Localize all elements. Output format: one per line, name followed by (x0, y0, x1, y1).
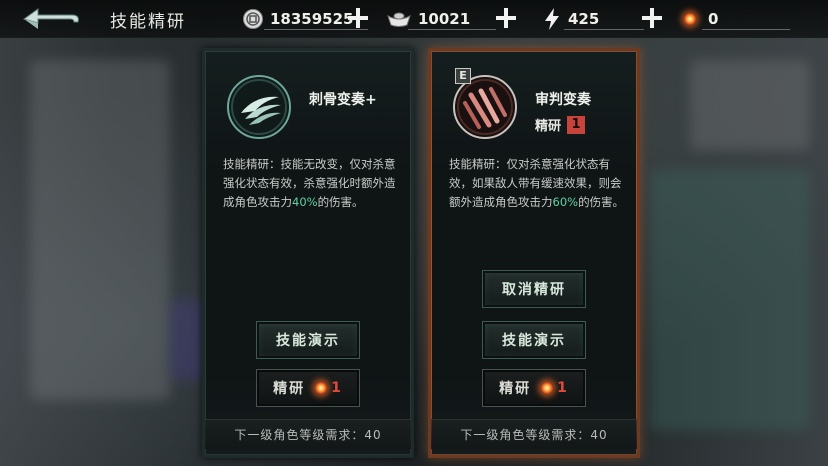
description-highlight: 60% (552, 195, 579, 209)
level-requirement: 下一级角色等级需求：40 (205, 419, 411, 449)
back-button[interactable] (20, 6, 82, 32)
ember-counter: 0 (680, 6, 790, 32)
button-label: 技能演示 (502, 333, 566, 349)
coin-value: 18359525 (270, 10, 354, 28)
rank-badge: 1 (567, 115, 586, 134)
button-label: 取消精研 (502, 282, 566, 298)
ingot-icon (387, 12, 411, 27)
cancel-refine-button[interactable]: 取消精研 (482, 270, 586, 308)
skill-description: 技能精研：技能无改变，仅对杀意强化状态有效，杀意强化时额外造成角色攻击力40%的… (223, 155, 401, 212)
description-text: 的伤害。 (578, 195, 625, 209)
refine-button[interactable]: 精研 1 (482, 369, 586, 407)
add-coin-button[interactable] (346, 6, 370, 30)
skill-demo-button[interactable]: 技能演示 (256, 321, 360, 359)
equipped-badge: E (455, 68, 471, 84)
blurred-background (0, 0, 828, 466)
ember-value: 0 (708, 10, 719, 28)
background-shape (650, 170, 810, 430)
background-shape (690, 60, 810, 150)
description-text: 的伤害。 (317, 195, 364, 209)
ember-orb-icon (541, 382, 554, 394)
rank-label: 精研 (535, 119, 562, 134)
skill-demo-button[interactable]: 技能演示 (482, 321, 586, 359)
skill-card-left[interactable]: 刺骨变奏+ 技能精研：技能无改变，仅对杀意强化状态有效，杀意强化时额外造成角色攻… (202, 48, 414, 458)
level-requirement: 下一级角色等级需求：40 (431, 419, 637, 449)
refine-button[interactable]: 精研 1 (256, 369, 360, 407)
stamina-value: 425 (568, 10, 600, 28)
coin-icon (243, 9, 263, 29)
refine-rank: 精研 1 (535, 115, 586, 134)
page-title: 技能精研 (110, 12, 186, 32)
skill-name: 刺骨变奏+ (309, 92, 377, 108)
description-highlight: 40% (292, 195, 318, 209)
add-ingot-button[interactable] (494, 6, 518, 30)
underline (564, 29, 644, 30)
add-stamina-button[interactable] (640, 6, 664, 30)
button-label: 精研 (499, 381, 532, 397)
skill-name: 审判变奏 (535, 92, 591, 108)
ember-orb-icon (684, 13, 696, 25)
underline (408, 29, 496, 30)
refine-cost: 1 (557, 380, 569, 396)
button-label: 精研 (273, 381, 306, 397)
skill-description: 技能精研：仅对杀意强化状态有效，如果敌人带有缓速效果，则会额外造成角色攻击力60… (449, 155, 627, 212)
button-label: 技能演示 (276, 333, 340, 349)
top-bar: 技能精研 18359525 10021 425 0 (0, 0, 828, 38)
claw-slash-skill-icon (227, 75, 291, 139)
back-arrow-icon (22, 8, 79, 29)
ember-orb-icon (315, 382, 328, 394)
refine-cost: 1 (331, 380, 343, 396)
ingot-value: 10021 (418, 10, 471, 28)
underline (702, 29, 790, 30)
background-shape (30, 60, 170, 400)
lightning-icon (545, 8, 559, 30)
stamina-counter: 425 (542, 6, 644, 32)
ingot-counter: 10021 (386, 6, 496, 32)
skill-card-right[interactable]: E 审判变奏 精研 1 技能精研：仅对杀意强化状态有效，如果敌人带有缓速效果，则… (428, 48, 640, 458)
